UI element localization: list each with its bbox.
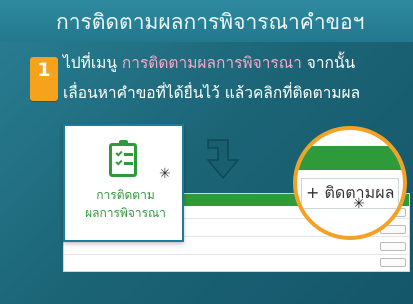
mini-track-button [380,258,406,267]
step-number-badge: 1 [30,57,58,101]
clip-line [124,162,133,165]
clipboard-check-icon [109,140,137,177]
instruction-highlight: การติดตามผลการพิจารณา [121,54,302,72]
menu-card-label-1: การติดตาม [96,188,155,202]
header-band: การติดตามผลการพิจารณาคำขอฯ [0,0,413,42]
check-mark [115,158,123,166]
track-result-button[interactable]: + ติดตามผล [301,178,400,209]
zoom-header-bar [297,146,403,170]
zoom-magnifier: + ติดตามผล ✳ [293,126,407,240]
table-rule [64,254,409,255]
instruction-line-1: ไปที่เมนู การติดตามผลการพิจารณา จากนั้น [63,53,355,73]
clip-line [124,153,133,156]
mini-track-button [380,242,406,251]
instruction-suffix: จากนั้น [301,54,356,72]
cursor-sparkle-icon: ✳ [353,196,365,212]
menu-card-label-2: ผลการพิจารณา [85,206,166,220]
down-arrow-icon [206,139,240,180]
page-title: การติดตามผลการพิจารณาคำขอฯ [56,10,365,34]
menu-card-tracking[interactable]: ✳ การติดตาม ผลการพิจารณา [63,124,184,242]
click-sparkle-icon: ✳ [159,166,171,182]
check-mark [115,149,123,157]
instruction-line-2: เลื่อนหาคำขอที่ได้ยื่นไว้ แล้วคลิกที่ติด… [63,84,361,102]
instruction-prefix: ไปที่เมนู [63,54,122,72]
